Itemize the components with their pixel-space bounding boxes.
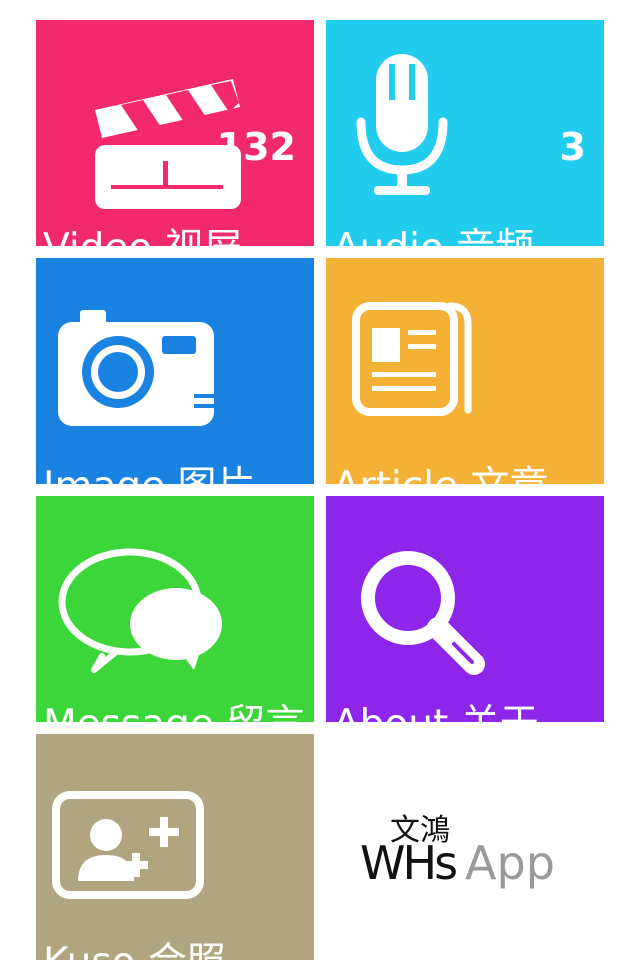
speech-bubbles-icon bbox=[54, 544, 224, 674]
app-logo: 文鴻 WHs App bbox=[330, 800, 610, 920]
tile-video-label: Video 视屏 bbox=[43, 225, 243, 246]
microphone-icon bbox=[356, 52, 448, 202]
tile-message-label: Message 留言 bbox=[43, 701, 304, 722]
audio-count-badge: 3 bbox=[559, 125, 586, 169]
tile-video[interactable]: 132 Video 视屏 bbox=[36, 20, 314, 246]
tile-kuso-label: Kuso 合照 bbox=[43, 939, 226, 960]
logo-wordmark: WHs App bbox=[360, 835, 555, 891]
tile-kuso[interactable]: Kuso 合照 bbox=[36, 734, 314, 960]
tile-about[interactable]: About 关于 bbox=[326, 496, 604, 722]
tile-article-label: Article 文章 bbox=[333, 463, 549, 484]
tile-audio-label: Audio 音频 bbox=[333, 225, 534, 246]
logo-app-text: App bbox=[465, 836, 555, 890]
tile-message[interactable]: Message 留言 bbox=[36, 496, 314, 722]
tile-about-label: About 关于 bbox=[333, 701, 539, 722]
video-count-badge: 132 bbox=[216, 125, 296, 169]
tile-image[interactable]: Image 图片 bbox=[36, 258, 314, 484]
camera-icon bbox=[56, 308, 216, 428]
tile-image-label: Image 图片 bbox=[43, 463, 256, 484]
logo-brand-text: WHs bbox=[360, 836, 458, 890]
newspaper-icon bbox=[350, 300, 475, 420]
tile-audio[interactable]: 3 Audio 音频 bbox=[326, 20, 604, 246]
magnifier-icon bbox=[356, 546, 496, 686]
add-person-photo-icon bbox=[50, 789, 206, 901]
tile-article[interactable]: Article 文章 bbox=[326, 258, 604, 484]
